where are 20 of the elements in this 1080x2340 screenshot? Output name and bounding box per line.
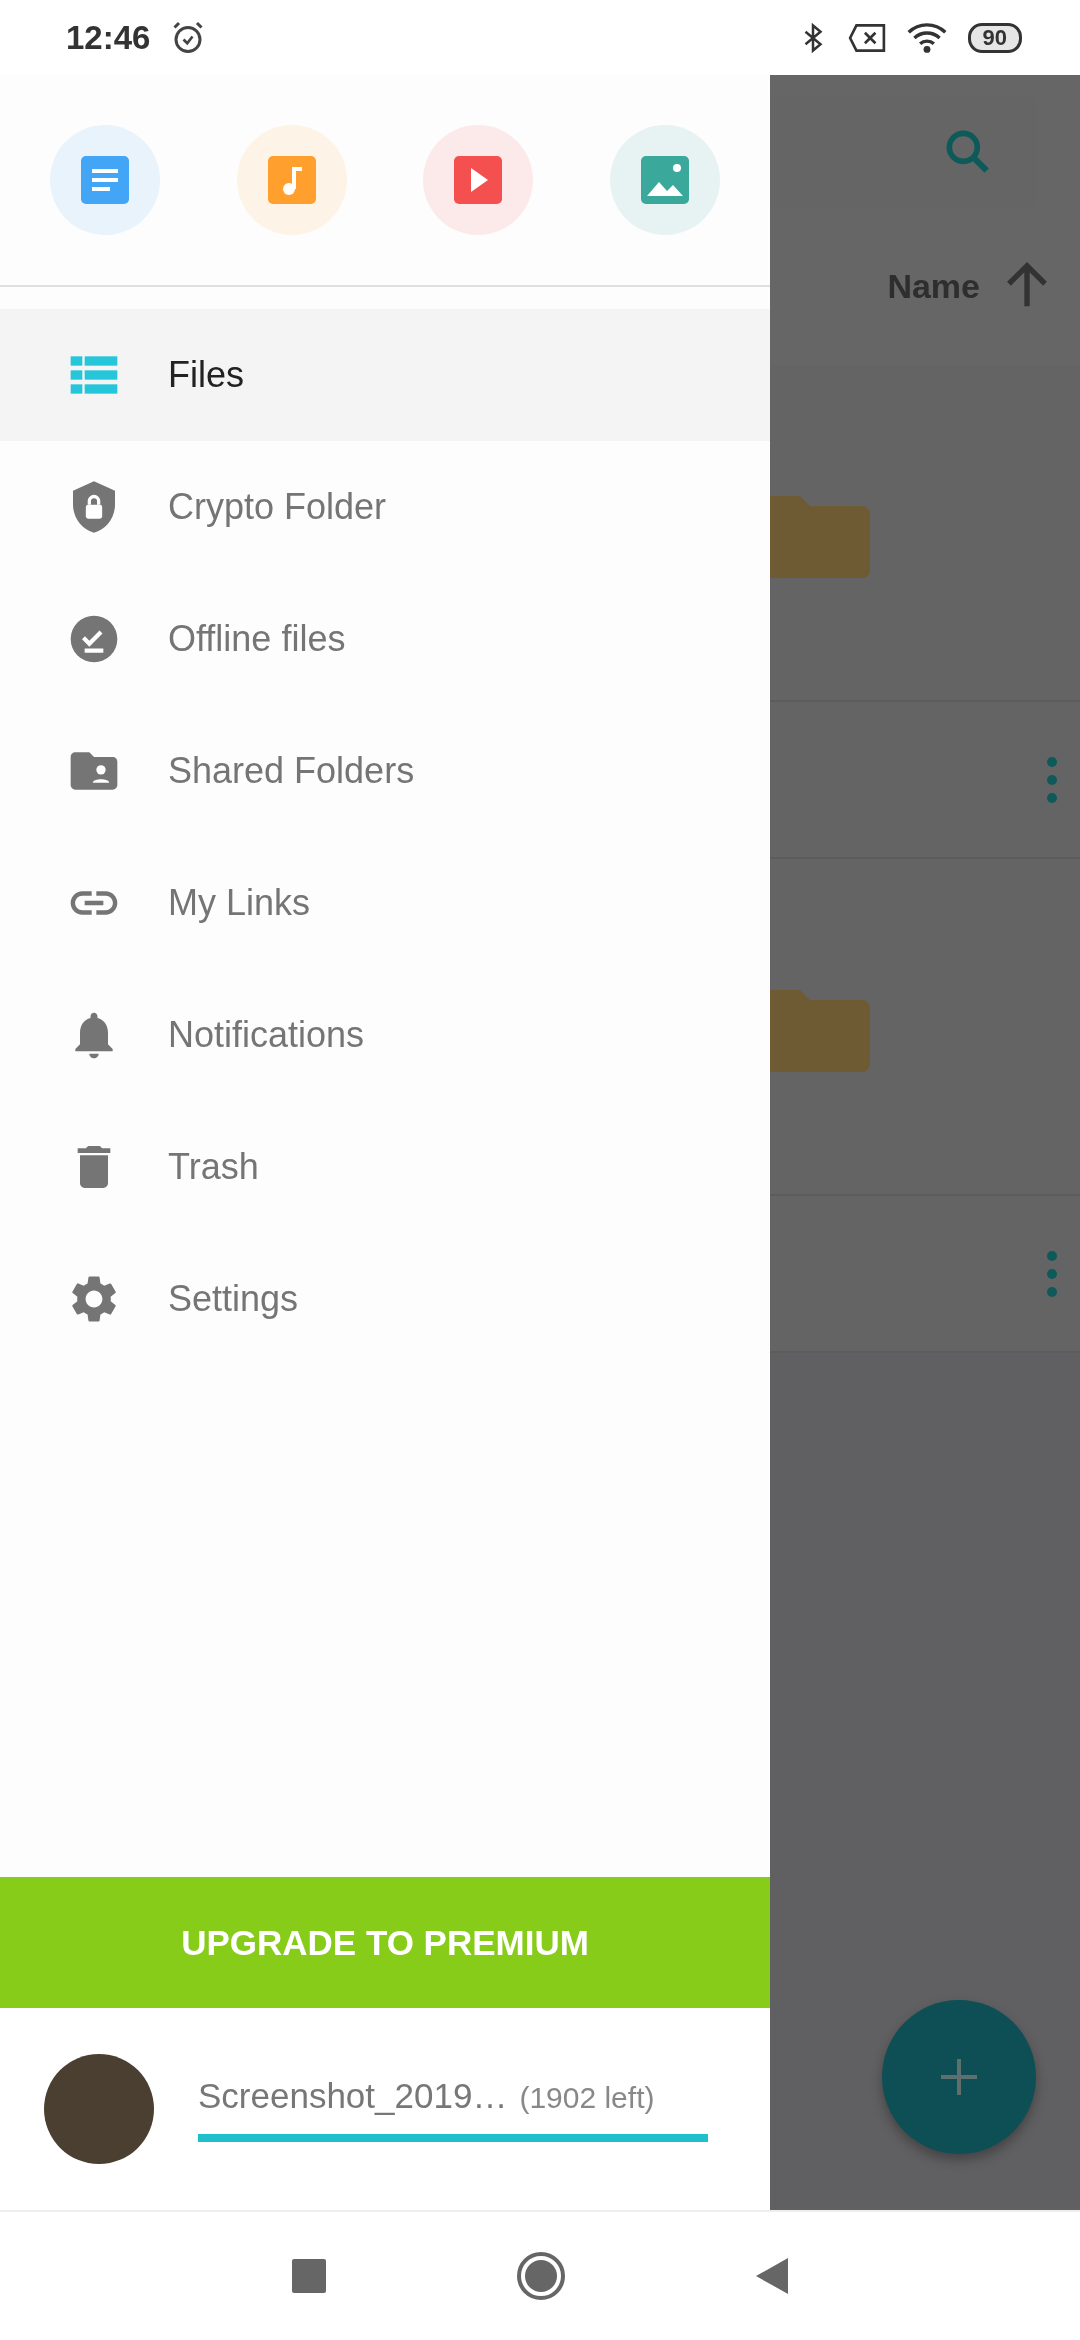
drawer-menu-item[interactable]: Crypto Folder <box>0 441 770 573</box>
back-button[interactable] <box>756 2258 788 2294</box>
sim-off-icon <box>847 22 886 53</box>
drawer-menu-item[interactable]: My Links <box>0 837 770 969</box>
home-button[interactable] <box>516 2251 566 2301</box>
more-options-icon[interactable] <box>1046 1249 1058 1298</box>
quota-text: (1902 left) <box>519 2081 655 2115</box>
drawer-menu-item[interactable]: Notifications <box>0 969 770 1101</box>
drawer-menu-item[interactable]: Offline files <box>0 573 770 705</box>
sort-label[interactable]: Name <box>887 266 980 306</box>
battery-level: 90 <box>967 22 1022 53</box>
drawer-menu-item[interactable]: Settings <box>0 1233 770 1365</box>
status-time: 12:46 <box>66 18 151 57</box>
plus-icon <box>939 2057 979 2097</box>
account-name: Screenshot_2019… <box>198 2076 508 2116</box>
drawer-menu-item[interactable]: Trash <box>0 1101 770 1233</box>
drawer-menu-item[interactable]: Files <box>0 309 770 441</box>
more-options-icon[interactable] <box>1046 755 1058 804</box>
drawer-menu-item[interactable]: Shared Folders <box>0 705 770 837</box>
wifi-icon <box>905 21 948 54</box>
